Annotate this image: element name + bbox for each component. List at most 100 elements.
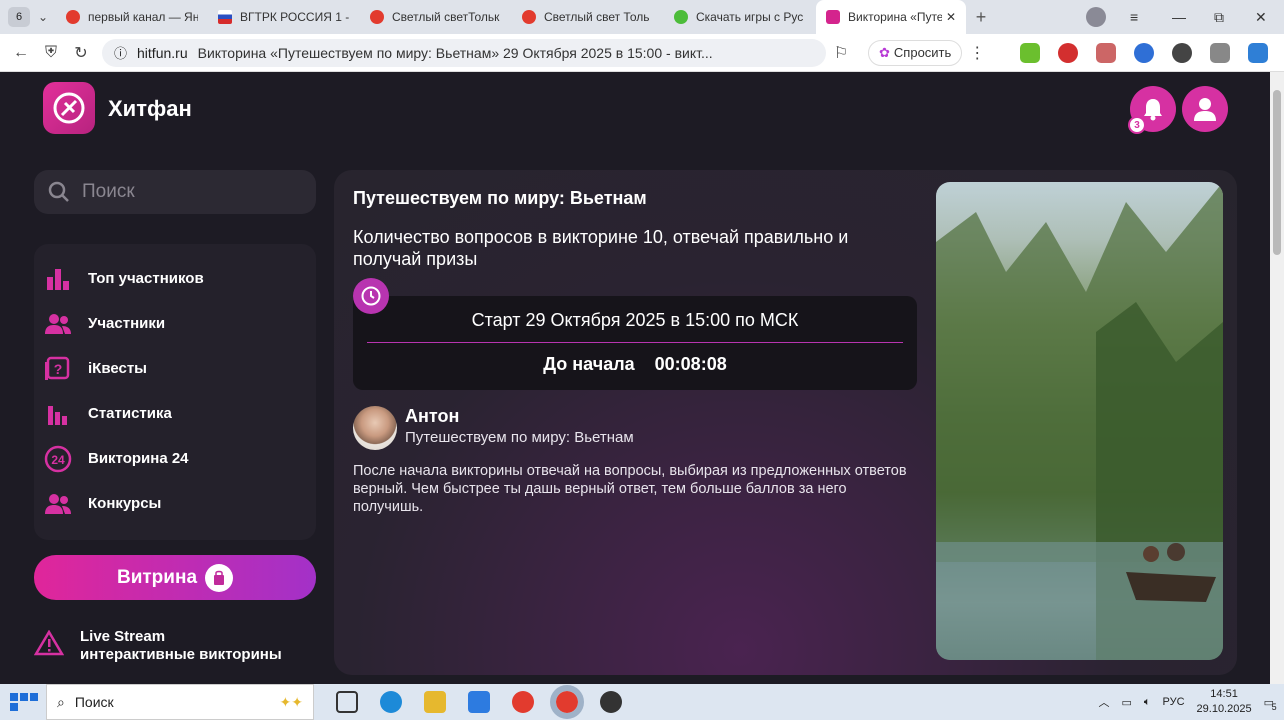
sidebar-item-label: Участники bbox=[88, 315, 166, 332]
volume-icon[interactable]: 🔈︎ bbox=[1144, 696, 1151, 709]
hitfun-logo-icon[interactable] bbox=[43, 82, 95, 134]
sidebar-item-iquests[interactable]: ? iКвесты bbox=[34, 346, 316, 391]
reload-icon[interactable]: ↻ bbox=[66, 43, 96, 63]
url-page-title: Викторина «Путешествуем по миру: Вьетнам… bbox=[197, 44, 713, 61]
more-icon[interactable]: ⋮ bbox=[962, 43, 992, 63]
svg-text:24: 24 bbox=[51, 453, 65, 467]
sidebar-item-stats[interactable]: Статистика bbox=[34, 391, 316, 436]
quiz-card: Путешествуем по миру: Вьетнам Количество… bbox=[334, 170, 1237, 675]
quiz-rules: После начала викторины отвечай на вопрос… bbox=[353, 463, 907, 515]
page-content: Хитфан 3 Топ участников Участники ? iКве… bbox=[0, 72, 1270, 684]
browser-tab[interactable]: Светлый светТольк bbox=[360, 0, 512, 34]
sidebar-item-participants[interactable]: Участники bbox=[34, 301, 316, 346]
logo-text[interactable]: Хитфан bbox=[108, 96, 192, 122]
live-stream-title: Live Stream bbox=[80, 628, 166, 645]
minimize-icon[interactable]: — bbox=[1172, 0, 1186, 34]
sidebar-item-label: Статистика bbox=[88, 405, 172, 422]
restore-icon[interactable]: ⧉ bbox=[1214, 0, 1224, 34]
globe-extension-icon[interactable] bbox=[1134, 42, 1155, 63]
menu-icon[interactable]: ≡ bbox=[1130, 0, 1138, 34]
clock-time: 14:51 bbox=[1210, 688, 1238, 700]
sparkle-icon: ✦✦ bbox=[279, 693, 303, 710]
recorder-icon[interactable] bbox=[600, 691, 622, 713]
user-icon bbox=[1194, 98, 1216, 121]
system-tray: ︿ ▭ 🔈︎ РУС 14:51 29.10.2025 ▭ 5 bbox=[1098, 684, 1284, 720]
task-view-icon[interactable] bbox=[336, 691, 358, 713]
notifications-badge: 3 bbox=[1128, 116, 1146, 134]
network-icon[interactable]: ▭ bbox=[1121, 696, 1131, 709]
shield-icon[interactable]: ⛨ bbox=[36, 44, 66, 62]
warning-icon bbox=[34, 630, 64, 656]
start-time: Старт 29 Октября 2025 в 15:00 по МСК bbox=[471, 310, 799, 330]
edge-icon[interactable] bbox=[380, 691, 402, 713]
live-stream-subtitle: интерактивные викторины bbox=[80, 646, 282, 663]
browser-tab[interactable]: первый канал — Ян bbox=[56, 0, 208, 34]
bar-chart-icon bbox=[44, 265, 72, 293]
yandex-icon[interactable] bbox=[512, 691, 534, 713]
yandex-favicon-icon bbox=[370, 10, 384, 24]
tab-count-button[interactable]: 6 bbox=[8, 7, 30, 27]
user-profile-button[interactable] bbox=[1182, 86, 1228, 132]
taskbar: ⌕ Поиск ✦✦ ︿ ▭ 🔈︎ РУС 14:51 29.10.2025 ▭… bbox=[0, 684, 1284, 720]
sidebar-item-top[interactable]: Топ участников bbox=[34, 256, 316, 301]
scrollbar[interactable] bbox=[1270, 72, 1284, 684]
users-icon bbox=[44, 310, 72, 338]
tab-list-chevron-icon[interactable]: ⌄ bbox=[30, 10, 56, 24]
yandex-favicon-icon bbox=[66, 10, 80, 24]
clock[interactable]: 14:51 29.10.2025 bbox=[1197, 687, 1252, 717]
live-stream-link[interactable]: Live Stream интерактивные викторины bbox=[34, 628, 282, 664]
vietnam-photo bbox=[936, 182, 1223, 660]
download-arrow-icon[interactable] bbox=[1020, 42, 1041, 63]
notification-center-icon[interactable]: ▭ 5 bbox=[1264, 696, 1277, 712]
alice-icon: ✿ bbox=[879, 44, 890, 60]
vitrina-button[interactable]: Витрина bbox=[34, 555, 316, 600]
sidebar-menu: Топ участников Участники ? iКвесты Стати… bbox=[34, 244, 316, 540]
browser-tab[interactable]: Светлый свет Толь bbox=[512, 0, 664, 34]
yandex-favicon-icon bbox=[522, 10, 536, 24]
downloads-icon[interactable] bbox=[1248, 42, 1269, 63]
scrollbar-thumb[interactable] bbox=[1273, 90, 1281, 255]
bookmark-icon[interactable]: ⚐ bbox=[826, 43, 856, 63]
info-icon: ⓘ bbox=[114, 46, 128, 61]
extension-icon[interactable] bbox=[1096, 42, 1117, 63]
sidebar-item-contests[interactable]: Конкурсы bbox=[34, 481, 316, 526]
notification-count: 5 bbox=[1271, 701, 1277, 712]
chevron-up-icon[interactable]: ︿ bbox=[1098, 694, 1109, 710]
new-tab-button[interactable]: + bbox=[966, 7, 996, 28]
countdown-value: 00:08:08 bbox=[654, 354, 727, 374]
browser-tab[interactable]: ВГТРК РОССИЯ 1 - bbox=[208, 0, 360, 34]
explorer-icon[interactable] bbox=[424, 691, 446, 713]
adblock-icon[interactable] bbox=[1058, 42, 1079, 63]
shopping-bag-icon bbox=[205, 563, 234, 592]
author-name[interactable]: Антон bbox=[405, 406, 459, 427]
ask-button[interactable]: ✿ Спросить bbox=[868, 39, 963, 66]
back-icon[interactable]: ← bbox=[6, 44, 36, 62]
url-field[interactable]: ⓘ hitfun.ru Викторина «Путешествуем по м… bbox=[102, 38, 826, 67]
countdown-label: До начала bbox=[543, 354, 635, 374]
flag-favicon-icon bbox=[218, 10, 232, 24]
browser-tab[interactable]: Скачать игры с Рус bbox=[664, 0, 816, 34]
search-input[interactable] bbox=[82, 181, 282, 203]
taskbar-search[interactable]: ⌕ Поиск ✦✦ bbox=[46, 684, 314, 720]
windows-start-icon[interactable] bbox=[10, 693, 38, 711]
clock24-icon: 24 bbox=[44, 445, 72, 473]
browser-tab-active[interactable]: Викторина «Путе ✕ bbox=[816, 0, 966, 34]
sidebar-item-label: Викторина 24 bbox=[88, 450, 189, 467]
timer-box: Старт 29 Октября 2025 в 15:00 по МСК До … bbox=[353, 296, 917, 390]
play-icon[interactable] bbox=[1172, 42, 1193, 63]
yandex-browser-icon[interactable] bbox=[550, 685, 584, 719]
divider bbox=[367, 342, 903, 343]
search-box[interactable] bbox=[34, 170, 316, 214]
tab-title: Скачать игры с Рус bbox=[696, 10, 804, 24]
taskbar-apps bbox=[336, 685, 622, 719]
close-tab-icon[interactable]: ✕ bbox=[946, 10, 956, 24]
close-window-icon[interactable]: ✕ bbox=[1255, 0, 1267, 34]
store-icon[interactable] bbox=[468, 691, 490, 713]
game-favicon-icon bbox=[674, 10, 688, 24]
tab-title: Светлый светТольк bbox=[392, 10, 500, 24]
language-indicator[interactable]: РУС bbox=[1163, 696, 1185, 708]
sidebar-item-quiz24[interactable]: 24 Викторина 24 bbox=[34, 436, 316, 481]
profile-avatar-icon[interactable] bbox=[1086, 0, 1106, 34]
avatar[interactable] bbox=[353, 406, 397, 450]
puzzle-icon[interactable] bbox=[1210, 42, 1231, 63]
